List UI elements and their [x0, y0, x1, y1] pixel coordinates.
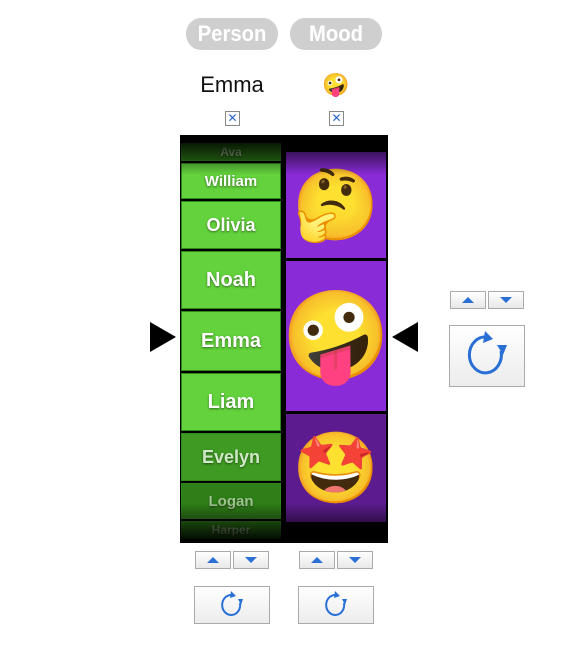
person-lock-checkbox[interactable]: ✕ — [225, 111, 240, 126]
spin-mood-button[interactable] — [298, 586, 374, 624]
selected-person: Emma — [200, 72, 264, 97]
up-arrow-icon — [462, 297, 474, 303]
mood-lock-checkbox[interactable]: ✕ — [329, 111, 344, 126]
mood-down-button[interactable] — [337, 551, 373, 569]
reel-emoji: 🤔 — [286, 152, 386, 258]
reel-name: Ava — [181, 143, 281, 161]
reel-name: Liam — [181, 373, 281, 431]
person-up-button[interactable] — [195, 551, 231, 569]
reel-name: Logan — [181, 483, 281, 519]
tab-mood[interactable]: Mood — [290, 18, 382, 50]
down-arrow-icon — [245, 557, 257, 563]
selected-mood: 🤪 — [322, 73, 350, 98]
down-arrow-icon — [500, 297, 512, 303]
left-pointer-icon — [150, 322, 176, 352]
spin-all-button[interactable] — [449, 325, 525, 387]
up-arrow-icon — [311, 557, 323, 563]
person-down-button[interactable] — [233, 551, 269, 569]
reel-name: William — [181, 163, 281, 199]
reel-name-selected: Emma — [181, 311, 281, 371]
all-down-button[interactable] — [488, 291, 524, 309]
right-pointer-icon — [392, 322, 418, 352]
slot-reel: Ava William Olivia Noah Emma Liam Evelyn… — [180, 135, 388, 543]
tab-person[interactable]: Person — [186, 18, 278, 50]
reel-emoji: 🤩 — [286, 414, 386, 522]
refresh-icon — [325, 591, 347, 616]
refresh-icon — [467, 331, 507, 375]
reel-name: Olivia — [181, 201, 281, 249]
mood-up-button[interactable] — [299, 551, 335, 569]
reel-name: Noah — [181, 251, 281, 309]
all-up-button[interactable] — [450, 291, 486, 309]
reel-emoji-selected: 🤪 — [281, 261, 388, 411]
refresh-icon — [221, 591, 243, 616]
reel-name: Evelyn — [181, 433, 281, 481]
reel-name: Harper — [181, 521, 281, 539]
down-arrow-icon — [349, 557, 361, 563]
spin-person-button[interactable] — [194, 586, 270, 624]
up-arrow-icon — [207, 557, 219, 563]
